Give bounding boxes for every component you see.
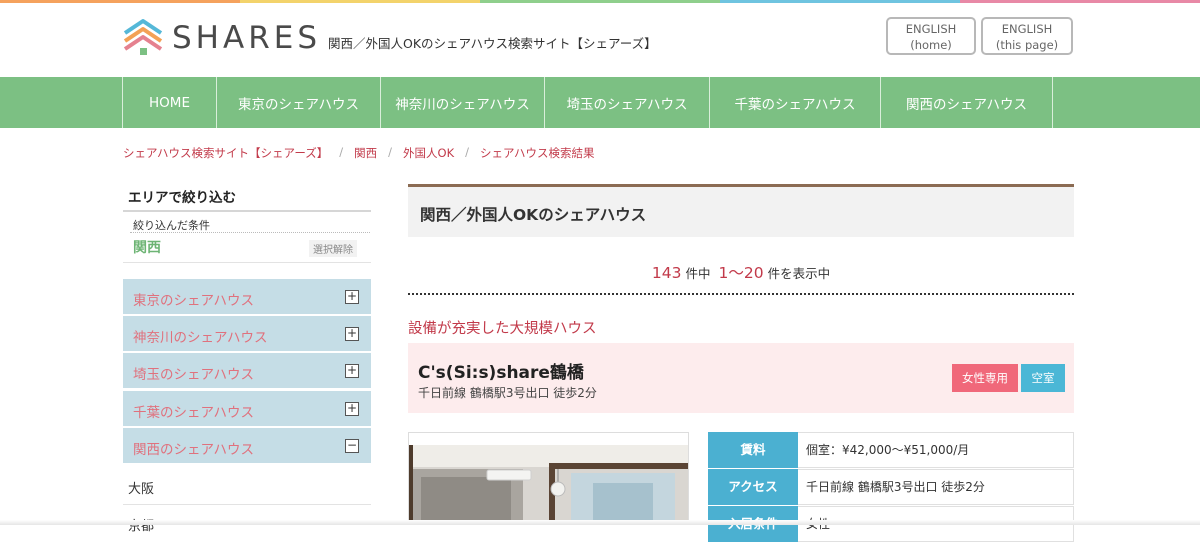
property-card-header[interactable]: C's(Si:s)share鶴橋 千日前線 鶴橋駅3号出口 徒歩2分 女性専用 … bbox=[408, 343, 1074, 413]
collapse-minus-icon[interactable]: − bbox=[345, 439, 359, 453]
sidebar-area-tokyo[interactable]: 東京のシェアハウス + bbox=[123, 279, 371, 315]
breadcrumb-separator: / bbox=[388, 145, 393, 159]
english-page-line2: (this page) bbox=[995, 38, 1059, 52]
condition-divider bbox=[130, 232, 370, 233]
sidebar-area-saitama[interactable]: 埼玉のシェアハウス + bbox=[123, 353, 371, 389]
area-label: 神奈川のシェアハウス bbox=[133, 330, 268, 346]
sub-divider bbox=[123, 504, 371, 505]
expand-plus-icon[interactable]: + bbox=[345, 402, 359, 416]
nav-kansai[interactable]: 関西のシェアハウス bbox=[881, 77, 1053, 128]
result-range: 1〜20 bbox=[718, 264, 764, 282]
breadcrumb-current: シェアハウス検索結果 bbox=[480, 146, 595, 160]
info-row-rent: 賃料 個室：¥42,000〜¥51,000/月 bbox=[708, 432, 1074, 468]
breadcrumb-separator: / bbox=[339, 145, 344, 159]
info-key: 賃料 bbox=[708, 432, 798, 468]
women-only-badge: 女性専用 bbox=[952, 364, 1018, 392]
main-nav: HOME 東京のシェアハウス 神奈川のシェアハウス 埼玉のシェアハウス 千葉のシ… bbox=[0, 77, 1200, 128]
logo-text: SHARES bbox=[172, 20, 321, 56]
sidebar-area-kanagawa[interactable]: 神奈川のシェアハウス + bbox=[123, 316, 371, 352]
expand-plus-icon[interactable]: + bbox=[345, 364, 359, 378]
breadcrumb-home[interactable]: シェアハウス検索サイト【シェアーズ】 bbox=[123, 145, 328, 161]
vacancy-badge: 空室 bbox=[1021, 364, 1065, 392]
property-access: 千日前線 鶴橋駅3号出口 徒歩2分 bbox=[418, 386, 597, 400]
site-logo[interactable]: SHARES bbox=[122, 18, 321, 58]
area-label: 埼玉のシェアハウス bbox=[133, 367, 254, 383]
sidebar-area-chiba[interactable]: 千葉のシェアハウス + bbox=[123, 391, 371, 427]
condition-bottom-divider bbox=[123, 262, 371, 263]
info-row-access: アクセス 千日前線 鶴橋駅3号出口 徒歩2分 bbox=[708, 469, 1074, 505]
nav-saitama[interactable]: 埼玉のシェアハウス bbox=[545, 77, 710, 128]
result-unit1: 件中 bbox=[685, 266, 711, 281]
property-name[interactable]: C's(Si:s)share鶴橋 bbox=[418, 358, 584, 383]
info-key: アクセス bbox=[708, 469, 798, 505]
nav-home[interactable]: HOME bbox=[123, 77, 217, 128]
english-home-line2: (home) bbox=[910, 38, 952, 52]
nav-tokyo[interactable]: 東京のシェアハウス bbox=[217, 77, 381, 128]
sidebar-title-divider bbox=[123, 210, 371, 212]
site-tagline: 関西／外国人OKのシェアハウス検索サイト【シェアーズ】 bbox=[328, 36, 657, 51]
results-heading: 関西／外国人OKのシェアハウス bbox=[420, 206, 647, 224]
clear-filter-button[interactable]: 選択解除 bbox=[309, 240, 357, 257]
result-unit2: 件を表示中 bbox=[767, 266, 831, 281]
breadcrumb-foreigner-ok[interactable]: 外国人OK bbox=[403, 145, 454, 161]
house-logo-icon bbox=[123, 19, 163, 55]
breadcrumb-kansai[interactable]: 関西 bbox=[354, 145, 377, 161]
sidebar-area-kansai[interactable]: 関西のシェアハウス − bbox=[123, 428, 371, 464]
english-home-line1: ENGLISH bbox=[905, 22, 957, 36]
area-label: 千葉のシェアハウス bbox=[133, 405, 254, 421]
top-color-stripe bbox=[0, 0, 1200, 3]
filter-condition-value: 関西 bbox=[133, 240, 161, 256]
section-title: 設備が充実した大規模ハウス bbox=[408, 321, 597, 337]
english-page-line1: ENGLISH bbox=[1001, 22, 1053, 36]
result-total: 143 bbox=[651, 264, 682, 282]
breadcrumb: シェアハウス検索サイト【シェアーズ】 / 関西 / 外国人OK / シェアハウス… bbox=[123, 145, 595, 161]
info-value: 千日前線 鶴橋駅3号出口 徒歩2分 bbox=[798, 469, 1074, 505]
expand-plus-icon[interactable]: + bbox=[345, 290, 359, 304]
area-label: 関西のシェアハウス bbox=[133, 442, 254, 458]
area-label: 東京のシェアハウス bbox=[133, 293, 254, 309]
result-count: 143 件中 1〜20 件を表示中 bbox=[408, 261, 1074, 283]
info-value: 個室：¥42,000〜¥51,000/月 bbox=[798, 432, 1074, 468]
property-photo[interactable] bbox=[408, 432, 689, 525]
filter-condition-label: 絞り込んだ条件 bbox=[133, 219, 210, 232]
nav-chiba[interactable]: 千葉のシェアハウス bbox=[710, 77, 881, 128]
room-photo-image bbox=[409, 433, 688, 525]
results-heading-box: 関西／外国人OKのシェアハウス bbox=[408, 184, 1074, 237]
viewport-bottom-edge bbox=[0, 520, 1200, 525]
sidebar-title: エリアで絞り込む bbox=[128, 190, 236, 206]
nav-kanagawa[interactable]: 神奈川のシェアハウス bbox=[381, 77, 545, 128]
english-home-button[interactable]: ENGLISH (home) bbox=[886, 17, 976, 55]
expand-plus-icon[interactable]: + bbox=[345, 327, 359, 341]
breadcrumb-separator: / bbox=[465, 145, 469, 159]
results-divider bbox=[408, 293, 1074, 295]
english-this-page-button[interactable]: ENGLISH (this page) bbox=[981, 17, 1073, 55]
sidebar-sub-osaka[interactable]: 大阪 bbox=[128, 478, 154, 497]
